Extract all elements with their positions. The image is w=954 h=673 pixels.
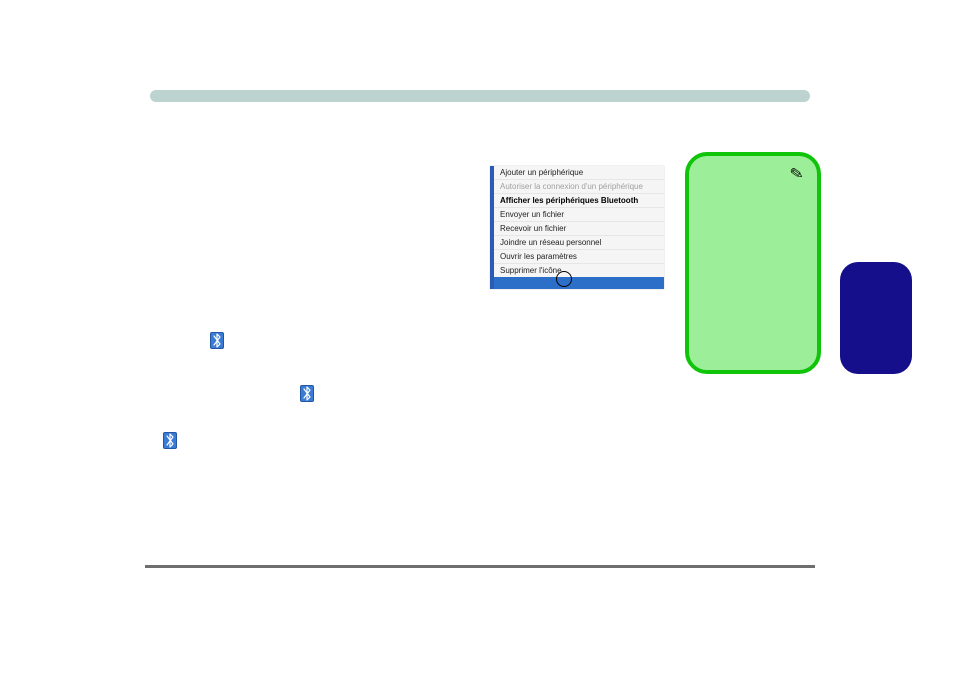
bluetooth-icon: [300, 385, 314, 402]
menu-item-join-pan[interactable]: Joindre un réseau personnel: [494, 236, 664, 250]
bluetooth-icon: [210, 332, 224, 349]
cursor-highlight-circle: [556, 271, 572, 287]
menu-taskbar-strip: [494, 277, 664, 289]
menu-item-receive-file[interactable]: Recevoir un fichier: [494, 222, 664, 236]
blue-side-box: [840, 262, 912, 374]
menu-item-show-devices[interactable]: Afficher les périphériques Bluetooth: [494, 194, 664, 208]
menu-item-send-file[interactable]: Envoyer un fichier: [494, 208, 664, 222]
menu-item-open-settings[interactable]: Ouvrir les paramètres: [494, 250, 664, 264]
sticky-note[interactable]: ✎: [685, 152, 821, 374]
bluetooth-icon: [163, 432, 177, 449]
menu-item-remove-icon[interactable]: Supprimer l'icône: [494, 264, 664, 277]
edit-pen-icon[interactable]: ✎: [788, 163, 805, 185]
menu-item-add-device[interactable]: Ajouter un périphérique: [494, 166, 664, 180]
footer-separator: [145, 565, 815, 568]
menu-item-allow-connection: Autoriser la connexion d'un périphérique: [494, 180, 664, 194]
header-separator: [150, 90, 810, 102]
bluetooth-context-menu: Ajouter un périphérique Autoriser la con…: [490, 166, 664, 289]
